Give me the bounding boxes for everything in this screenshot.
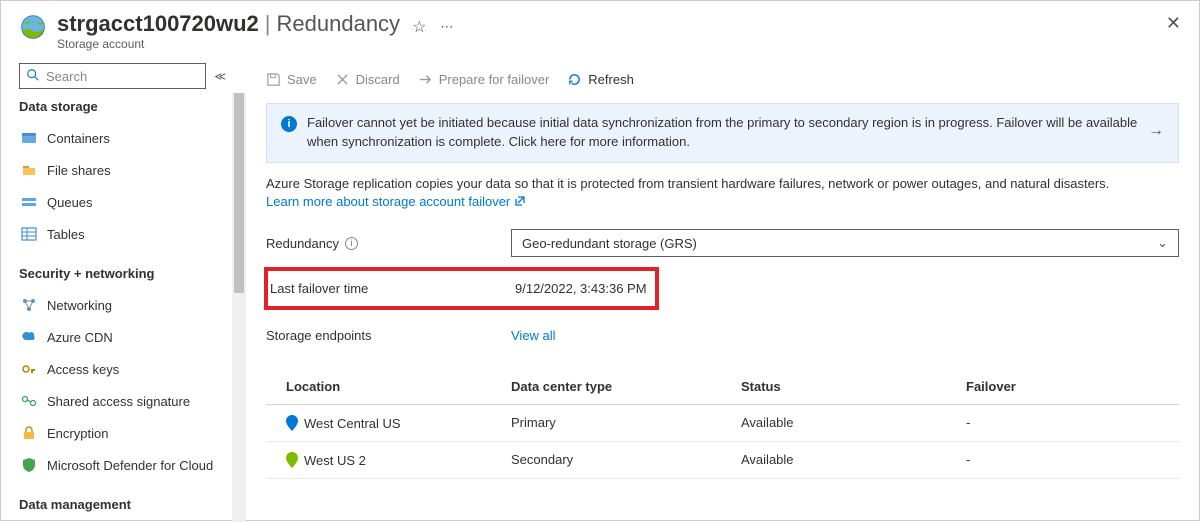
- redundancy-select[interactable]: Geo-redundant storage (GRS) ⌄: [511, 229, 1179, 257]
- description-text: Azure Storage replication copies your da…: [266, 176, 1109, 191]
- sidebar-item-label: Azure CDN: [47, 330, 113, 345]
- sidebar-item-azure-cdn[interactable]: Azure CDN: [19, 321, 240, 353]
- chevron-down-icon: ⌄: [1157, 235, 1168, 251]
- sidebar-scrollbar[interactable]: [232, 93, 246, 522]
- cell-status: Available: [741, 452, 966, 468]
- sidebar-item-access-keys[interactable]: Access keys: [19, 353, 240, 385]
- sidebar-item-containers[interactable]: Containers: [19, 122, 240, 154]
- location-pin-icon: [286, 452, 298, 468]
- sidebar-group-data-storage: Data storage: [19, 99, 240, 114]
- sidebar-item-label: Networking: [47, 298, 112, 313]
- sidebar-item-label: Microsoft Defender for Cloud: [47, 458, 213, 473]
- cell-dc-type: Primary: [511, 415, 741, 431]
- sidebar-item-label: Encryption: [47, 426, 108, 441]
- refresh-label: Refresh: [588, 72, 634, 87]
- search-placeholder: Search: [46, 69, 87, 84]
- search-input[interactable]: Search: [19, 63, 206, 89]
- discard-icon: [335, 72, 350, 87]
- cell-failover: -: [966, 415, 1179, 431]
- cell-location: West Central US: [304, 416, 401, 431]
- view-all-link[interactable]: View all: [511, 328, 556, 343]
- sidebar-item-sas[interactable]: Shared access signature: [19, 385, 240, 417]
- azure-cdn-icon: [21, 329, 37, 345]
- sidebar-item-label: Shared access signature: [47, 394, 190, 409]
- col-datacenter-type: Data center type: [511, 379, 741, 394]
- last-failover-label: Last failover time: [270, 281, 515, 296]
- queues-icon: [21, 194, 37, 210]
- info-banner[interactable]: i Failover cannot yet be initiated becau…: [266, 103, 1179, 163]
- sidebar-item-tables[interactable]: Tables: [19, 218, 240, 250]
- blade-header: strgacct100720wu2 | Redundancy Storage a…: [1, 1, 1199, 59]
- cell-status: Available: [741, 415, 966, 431]
- networking-icon: [21, 297, 37, 313]
- main-content: Save Discard Prepare for failover Refres…: [246, 59, 1199, 522]
- tooltip-icon[interactable]: i: [345, 237, 358, 250]
- highlight-last-failover: Last failover time 9/12/2022, 3:43:36 PM: [264, 267, 659, 310]
- redundancy-value: Geo-redundant storage (GRS): [522, 236, 697, 251]
- tables-icon: [21, 226, 37, 242]
- collapse-sidebar-icon[interactable]: ≪: [214, 70, 226, 83]
- save-icon: [266, 72, 281, 87]
- sidebar-item-defender[interactable]: Microsoft Defender for Cloud: [19, 449, 240, 481]
- prepare-icon: [418, 72, 433, 87]
- encryption-icon: [21, 425, 37, 441]
- sidebar-item-queues[interactable]: Queues: [19, 186, 240, 218]
- blade-title: Redundancy: [277, 11, 401, 37]
- banner-text: Failover cannot yet be initiated because…: [307, 114, 1138, 152]
- storage-endpoints-label: Storage endpoints: [266, 328, 511, 343]
- sidebar-group-security: Security + networking: [19, 266, 240, 281]
- sidebar-item-label: Containers: [47, 131, 110, 146]
- resource-type: Storage account: [57, 37, 400, 51]
- last-failover-value: 9/12/2022, 3:43:36 PM: [515, 281, 647, 296]
- sidebar-item-label: File shares: [47, 163, 111, 178]
- table-row: West Central US Primary Available -: [266, 405, 1179, 442]
- close-icon[interactable]: ✕: [1166, 13, 1181, 34]
- discard-label: Discard: [356, 72, 400, 87]
- resource-name: strgacct100720wu2: [57, 11, 259, 37]
- locations-table: Location Data center type Status Failove…: [266, 369, 1179, 479]
- location-pin-icon: [286, 415, 298, 431]
- sidebar-group-data-management: Data management: [19, 497, 240, 512]
- save-button[interactable]: Save: [266, 72, 317, 87]
- cell-location: West US 2: [304, 453, 366, 468]
- info-icon: i: [281, 116, 297, 132]
- external-link-icon: [514, 195, 526, 207]
- description: Azure Storage replication copies your da…: [266, 175, 1179, 211]
- table-row: West US 2 Secondary Available -: [266, 442, 1179, 479]
- favorite-icon[interactable]: ☆: [412, 17, 426, 37]
- discard-button[interactable]: Discard: [335, 72, 400, 87]
- sidebar-item-file-shares[interactable]: File shares: [19, 154, 240, 186]
- sidebar-item-label: Queues: [47, 195, 93, 210]
- command-bar: Save Discard Prepare for failover Refres…: [266, 65, 1179, 93]
- refresh-icon: [567, 72, 582, 87]
- more-icon[interactable]: ⋯: [440, 19, 453, 35]
- col-failover: Failover: [966, 379, 1179, 394]
- sidebar-item-networking[interactable]: Networking: [19, 289, 240, 321]
- sas-icon: [21, 393, 37, 409]
- title-separator: |: [265, 11, 271, 37]
- sidebar-item-label: Access keys: [47, 362, 119, 377]
- sidebar-item-label: Tables: [47, 227, 85, 242]
- containers-icon: [21, 130, 37, 146]
- learn-more-link[interactable]: Learn more about storage account failove…: [266, 194, 526, 209]
- sidebar: Search ≪ Data storage Containers File sh…: [1, 59, 246, 522]
- col-location: Location: [286, 379, 511, 394]
- search-icon: [26, 68, 40, 85]
- storage-account-icon: [19, 13, 47, 41]
- refresh-button[interactable]: Refresh: [567, 72, 634, 87]
- redundancy-label: Redundancy: [266, 236, 339, 251]
- sidebar-item-encryption[interactable]: Encryption: [19, 417, 240, 449]
- banner-arrow-icon[interactable]: →: [1148, 122, 1164, 140]
- cell-dc-type: Secondary: [511, 452, 741, 468]
- cell-failover: -: [966, 452, 1179, 468]
- save-label: Save: [287, 72, 317, 87]
- access-keys-icon: [21, 361, 37, 377]
- prepare-label: Prepare for failover: [439, 72, 550, 87]
- col-status: Status: [741, 379, 966, 394]
- defender-icon: [21, 457, 37, 473]
- file-shares-icon: [21, 162, 37, 178]
- prepare-failover-button[interactable]: Prepare for failover: [418, 72, 550, 87]
